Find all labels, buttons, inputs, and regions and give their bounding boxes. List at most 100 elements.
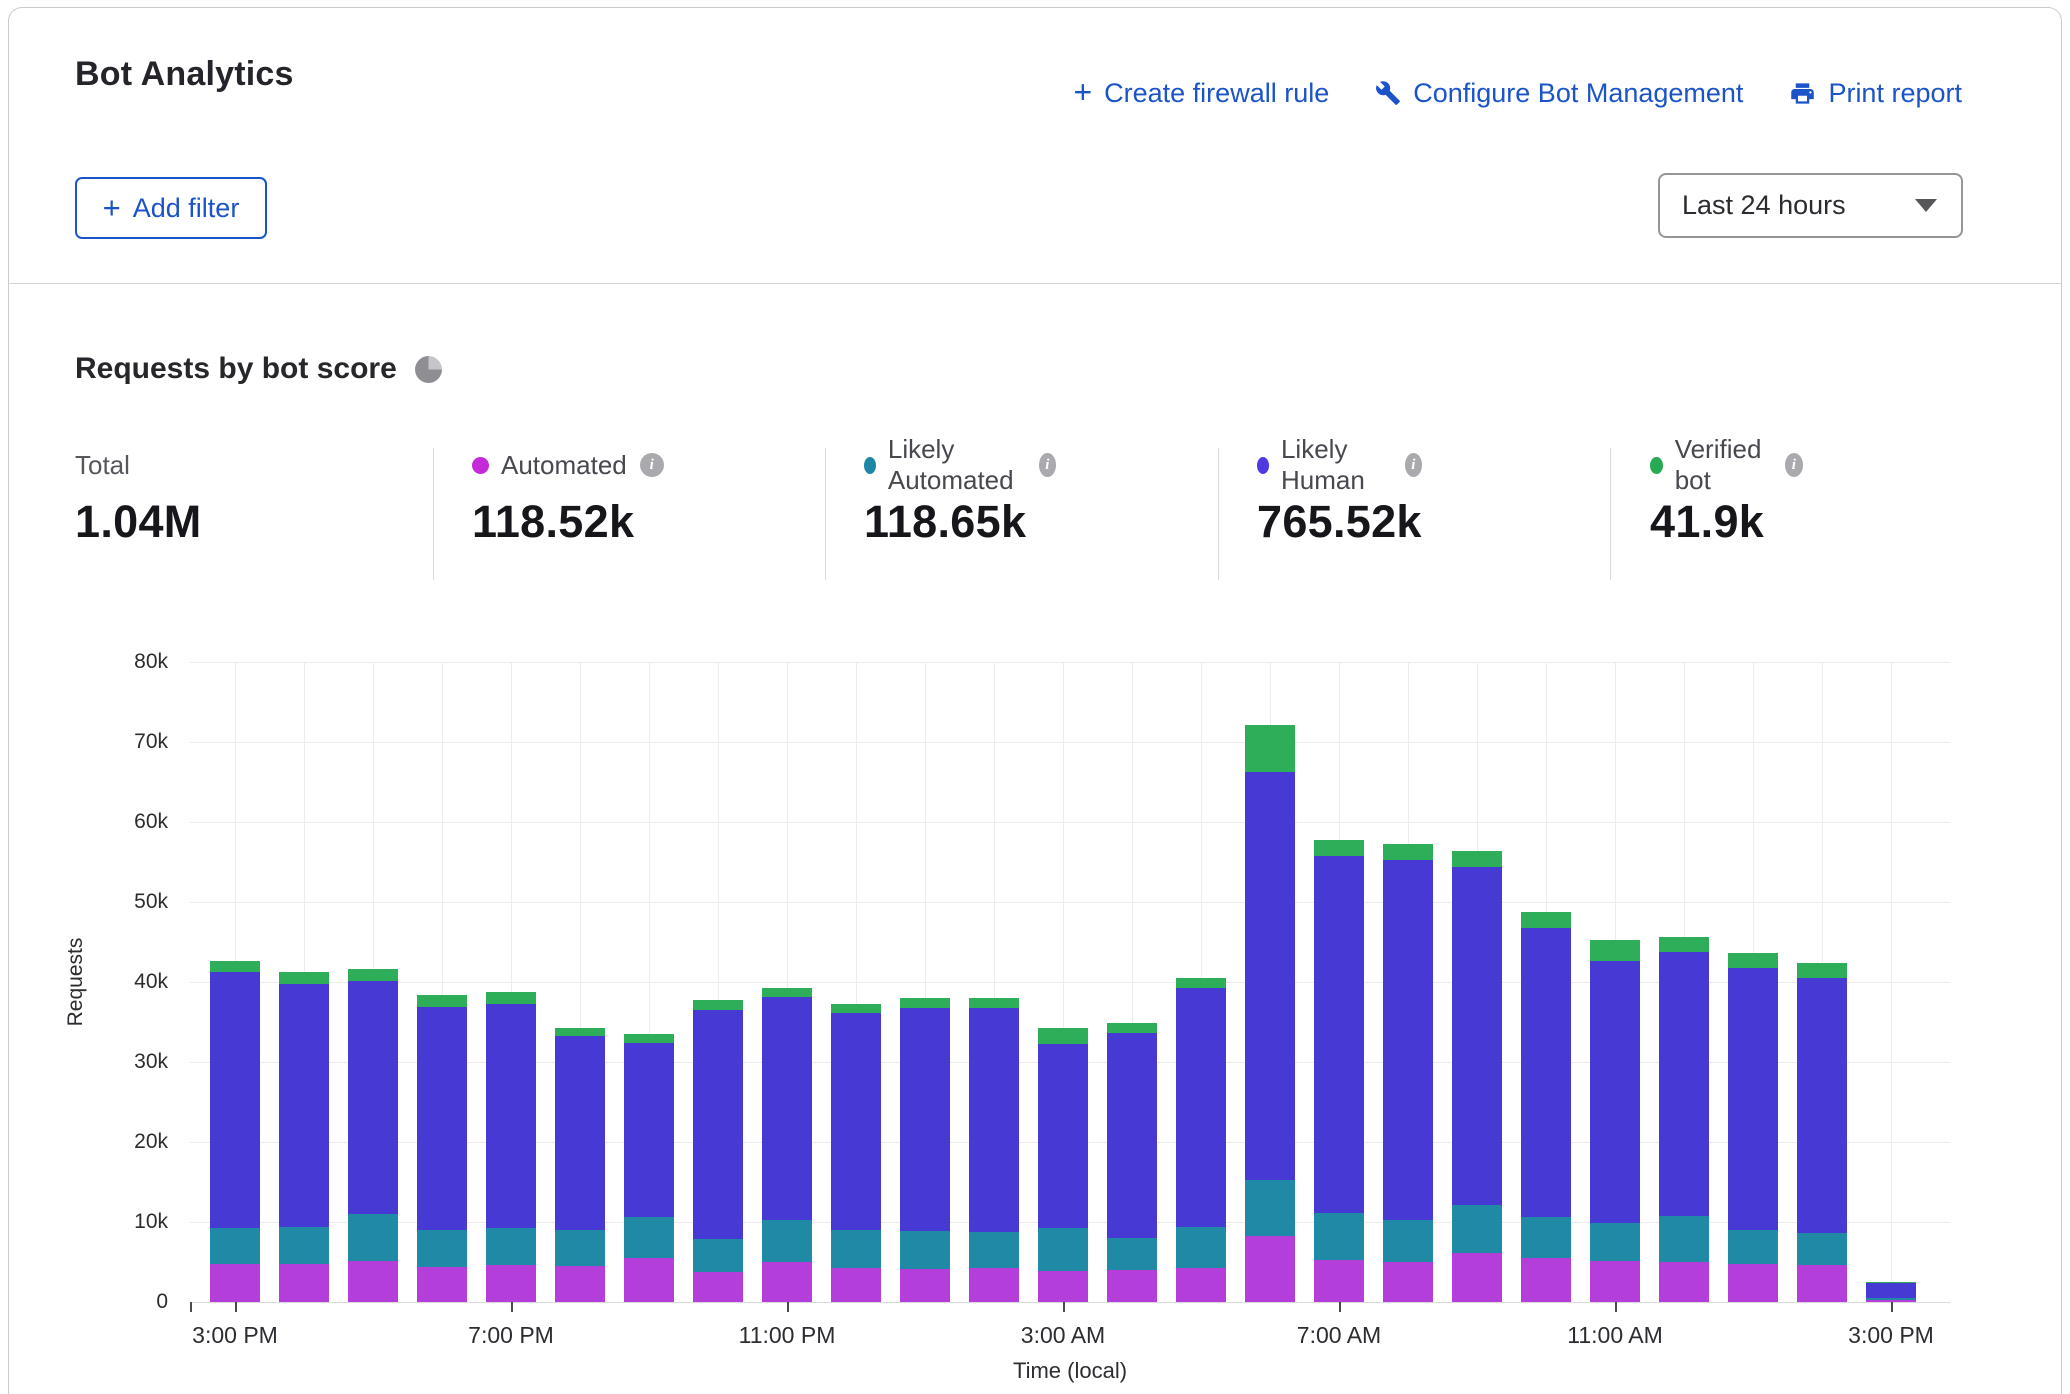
stat-divider [1218, 448, 1219, 580]
chart-bar-700am[interactable] [1314, 840, 1364, 1302]
stat-divider [1610, 448, 1611, 580]
bar-segment-likely_human [900, 1008, 950, 1231]
plus-icon: + [1073, 76, 1092, 110]
chart-bar-700pm[interactable] [486, 992, 536, 1302]
bar-segment-likely_human [1245, 772, 1295, 1180]
chart-bar-1200am[interactable] [831, 1004, 881, 1302]
bar-segment-verified_bot [969, 998, 1019, 1008]
info-icon[interactable]: i [640, 453, 664, 477]
bar-segment-automated [900, 1269, 950, 1302]
add-filter-button[interactable]: + Add filter [75, 177, 267, 239]
time-range-dropdown[interactable]: Last 24 hours [1658, 173, 1963, 238]
stat-label: Total [75, 450, 130, 481]
chart-bar-300pm[interactable] [1866, 1282, 1916, 1302]
bar-segment-likely_automated [1659, 1216, 1709, 1262]
chevron-down-icon [1915, 199, 1937, 212]
bar-segment-likely_automated [1728, 1230, 1778, 1264]
bar-segment-likely_automated [1590, 1223, 1640, 1261]
bar-segment-likely_automated [348, 1214, 398, 1261]
bar-segment-likely_human [1452, 867, 1502, 1205]
bar-segment-likely_human [279, 984, 329, 1227]
bar-segment-verified_bot [279, 972, 329, 983]
stat-likely-automated: Likely Automatedi118.65k [864, 448, 1056, 548]
chart-bar-100am[interactable] [900, 998, 950, 1302]
legend-dot-automated [472, 457, 489, 474]
stat-label: Likely Automated [888, 434, 1026, 496]
bar-segment-verified_bot [1176, 978, 1226, 988]
action-link-create-firewall-rule[interactable]: +Create firewall rule [1073, 76, 1329, 110]
stat-value: 765.52k [1257, 496, 1422, 548]
bar-segment-automated [486, 1265, 536, 1302]
bar-segment-likely_automated [762, 1220, 812, 1262]
chart-bar-200pm[interactable] [1797, 963, 1847, 1302]
chart-bar-500am[interactable] [1176, 978, 1226, 1302]
bar-segment-likely_automated [1107, 1238, 1157, 1270]
bar-segment-likely_human [1176, 988, 1226, 1226]
chart-bar-900pm[interactable] [624, 1034, 674, 1302]
stat-label: Verified bot [1675, 434, 1772, 496]
bar-segment-automated [1383, 1262, 1433, 1302]
stat-label: Automated [501, 450, 627, 481]
bar-segment-automated [279, 1264, 329, 1302]
printer-icon [1789, 80, 1816, 107]
stat-value: 1.04M [75, 496, 202, 548]
action-link-configure-bot-management[interactable]: Configure Bot Management [1375, 78, 1743, 109]
wrench-icon [1375, 80, 1401, 106]
bar-segment-automated [624, 1258, 674, 1302]
bar-segment-likely_human [1038, 1044, 1088, 1228]
chart-bar-1200pm[interactable] [1659, 937, 1709, 1302]
bar-segment-automated [1659, 1262, 1709, 1302]
bar-segment-likely_human [624, 1043, 674, 1217]
legend-dot-verified-bot [1650, 457, 1663, 474]
bar-segment-likely_automated [486, 1228, 536, 1266]
bar-segment-automated [417, 1267, 467, 1302]
bar-segment-likely_human [1728, 968, 1778, 1230]
stat-value: 41.9k [1650, 496, 1803, 548]
chart-bar-600am[interactable] [1245, 725, 1295, 1302]
chart-bar-200am[interactable] [969, 998, 1019, 1302]
bar-segment-likely_automated [1521, 1217, 1571, 1258]
chart-bar-1100pm[interactable] [762, 988, 812, 1302]
bar-segment-verified_bot [1521, 912, 1571, 928]
bar-segment-likely_automated [624, 1217, 674, 1258]
bar-segment-likely_automated [1176, 1227, 1226, 1268]
info-icon[interactable]: i [1785, 453, 1803, 477]
bar-segment-verified_bot [1314, 840, 1364, 855]
bar-segment-likely_automated [417, 1230, 467, 1267]
info-icon[interactable]: i [1405, 453, 1422, 477]
info-icon[interactable]: i [1039, 453, 1056, 477]
bar-segment-verified_bot [1659, 937, 1709, 952]
bar-segment-verified_bot [1797, 963, 1847, 978]
chart-bar-500pm[interactable] [348, 969, 398, 1302]
bar-segment-likely_human [1590, 961, 1640, 1223]
chart-bar-800am[interactable] [1383, 844, 1433, 1302]
bar-segment-likely_human [210, 972, 260, 1229]
bar-segment-verified_bot [1452, 851, 1502, 867]
action-label: Print report [1828, 78, 1962, 109]
bar-segment-likely_automated [900, 1231, 950, 1269]
chart-bar-1100am[interactable] [1590, 940, 1640, 1302]
bar-segment-automated [1866, 1300, 1916, 1302]
action-link-print-report[interactable]: Print report [1789, 78, 1962, 109]
header-divider [8, 283, 2062, 284]
chart-bar-300pm[interactable] [210, 961, 260, 1302]
bar-segment-likely_human [831, 1013, 881, 1230]
chart-bar-1000pm[interactable] [693, 1000, 743, 1302]
chart-bar-900am[interactable] [1452, 851, 1502, 1302]
chart-bar-400pm[interactable] [279, 972, 329, 1302]
stat-total: Total 1.04M [75, 448, 202, 548]
bar-segment-likely_human [1797, 978, 1847, 1233]
chart-bar-600pm[interactable] [417, 995, 467, 1302]
bar-segment-automated [1797, 1265, 1847, 1302]
legend-dot-likely-automated [864, 457, 876, 474]
bar-segment-likely_automated [1314, 1213, 1364, 1259]
bar-segment-verified_bot [693, 1000, 743, 1010]
bar-segment-verified_bot [348, 969, 398, 981]
chart-bar-400am[interactable] [1107, 1023, 1157, 1302]
chart-bar-800pm[interactable] [555, 1028, 605, 1302]
bar-segment-verified_bot [210, 961, 260, 971]
bar-segment-likely_automated [210, 1228, 260, 1264]
chart-bar-100pm[interactable] [1728, 953, 1778, 1302]
chart-bar-1000am[interactable] [1521, 912, 1571, 1302]
chart-bar-300am[interactable] [1038, 1028, 1088, 1302]
